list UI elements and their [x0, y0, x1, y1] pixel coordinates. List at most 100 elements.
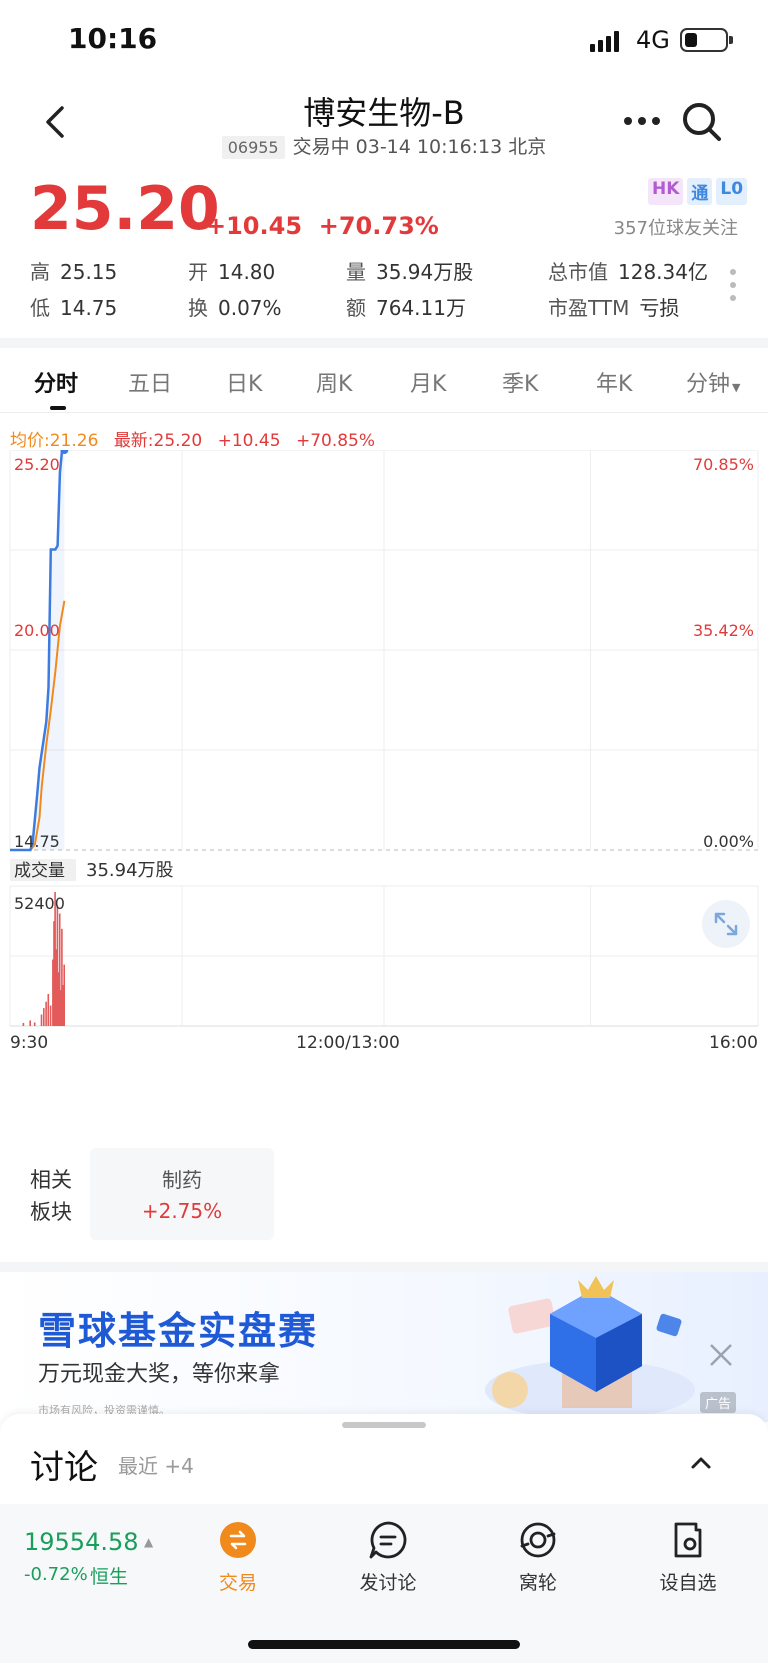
nav-trade-label: 交易 [218, 1572, 257, 1594]
tab-quarterly-k[interactable]: 季K [502, 366, 538, 398]
volume-bar [40, 1014, 43, 1026]
tab-daily-k[interactable]: 日K [226, 366, 262, 398]
intraday-chart[interactable]: 25.20 20.00 14.75 70.85% 35.42% 0.00% 成交… [0, 450, 768, 1110]
tab-intraday[interactable]: 分时 [34, 366, 78, 398]
index-arrow-icon: ▲ [144, 1535, 154, 1549]
diamond-trophy-icon [485, 1276, 695, 1420]
signal-icon [590, 31, 619, 52]
connect-badge: 通 [687, 178, 713, 205]
home-indicator [248, 1640, 520, 1649]
battery-icon [680, 28, 733, 52]
volume-bar [29, 1020, 31, 1026]
tabs-divider [0, 412, 768, 413]
ad-title: 雪球基金实盘赛 [38, 1309, 319, 1353]
stat-pe: 市盈TTM 亏损 [548, 296, 680, 320]
section-divider-2 [0, 1262, 768, 1272]
volume-total: 35.94万股 [86, 860, 174, 881]
nav-add-watchlist-label: 设自选 [659, 1572, 717, 1594]
index-name: 恒生 [90, 1566, 129, 1588]
sector-card[interactable]: 制药 +2.75% [90, 1148, 274, 1240]
close-icon[interactable] [704, 1338, 738, 1372]
sector-change: +2.75% [141, 1199, 223, 1223]
discussion-title: 讨论 [30, 1448, 98, 1488]
current-price: 25.20 [30, 174, 220, 244]
x-tick-lunch: 12:00/13:00 [296, 1033, 400, 1053]
level-badge: L0 [716, 178, 748, 205]
ad-banner[interactable]: 雪球基金实盘赛 万元现金大奖，等你来拿 市场有风险，投资需谨慎。 广告 [0, 1272, 768, 1422]
y-right-tick-mid: 35.42% [693, 621, 754, 640]
ad-subtitle: 万元现金大奖，等你来拿 [38, 1362, 281, 1387]
volume-bar [47, 994, 50, 1026]
change-percent: +70.73% [318, 212, 439, 240]
change-amount: +10.45 [206, 212, 303, 240]
latest-change-pct: +70.85% [295, 431, 376, 451]
latest-price: 最新:25.20 [113, 431, 203, 451]
volume-label: 成交量 [14, 861, 65, 881]
sector-name: 制药 [162, 1168, 202, 1192]
price-change: +10.45 +70.73% [206, 212, 439, 240]
active-tab-indicator [50, 406, 66, 410]
nav-post-discussion[interactable]: 发讨论 [338, 1520, 438, 1595]
add-watchlist-icon [674, 1522, 702, 1558]
x-tick-close: 16:00 [709, 1033, 758, 1053]
post-discussion-icon [369, 1521, 407, 1559]
volume-bar [45, 1001, 47, 1026]
volume-bar [43, 1008, 45, 1026]
nav-warrant[interactable]: 窝轮 [488, 1520, 588, 1595]
avg-price: 均价:21.26 [10, 431, 99, 451]
stock-subline: 06955 交易中 03-14 10:16:13 北京 [0, 132, 768, 159]
dropdown-icon: ▼ [732, 381, 741, 394]
status-time: 10:16 [68, 22, 158, 55]
warrant-icon [520, 1522, 556, 1558]
nav-trade[interactable]: 交易 [188, 1520, 288, 1595]
stat-volume: 量 35.94万股 [346, 260, 474, 284]
sheet-handle[interactable] [342, 1422, 426, 1428]
nav-post-label: 发讨论 [359, 1572, 417, 1594]
hk-badge: HK [648, 178, 684, 205]
index-change: -0.72% [24, 1564, 88, 1585]
volume-bar [33, 1022, 36, 1026]
related-sector-label: 相关板块 [30, 1168, 72, 1224]
expand-icon[interactable] [702, 900, 750, 948]
stock-code: 06955 [221, 136, 285, 159]
nav-warrant-label: 窝轮 [518, 1572, 557, 1594]
stat-open: 开 14.80 [188, 260, 276, 284]
y-right-tick-high: 70.85% [693, 455, 754, 474]
volume-max-tick: 52400 [14, 894, 65, 913]
search-icon[interactable] [680, 100, 724, 144]
stat-low: 低 14.75 [30, 296, 118, 320]
chart-info-line: 均价:21.26 最新:25.20 +10.45 +70.85% [10, 426, 375, 451]
followers-count[interactable]: 357位球友关注 [540, 214, 738, 240]
latest-change: +10.45 [217, 431, 281, 451]
trading-status: 交易中 03-14 10:16:13 北京 [292, 136, 547, 158]
volume-bar [63, 964, 65, 1026]
network-type: 4G [636, 26, 670, 54]
stat-turnover: 换 0.07% [188, 296, 282, 320]
volume-bar [22, 1022, 25, 1026]
tab-minute[interactable]: 分钟 ▼ [686, 366, 740, 398]
tab-weekly-k[interactable]: 周K [316, 366, 352, 398]
nav-add-watchlist[interactable]: 设自选 [638, 1520, 738, 1595]
ad-tag: 广告 [700, 1392, 737, 1413]
more-stats-icon[interactable] [728, 268, 738, 302]
trade-icon [220, 1522, 256, 1558]
y-right-tick-low: 0.00% [703, 832, 754, 851]
tab-monthly-k[interactable]: 月K [410, 366, 446, 398]
status-bar: 10:16 4G [0, 0, 768, 80]
stat-market-cap: 总市值 128.34亿 [548, 260, 708, 284]
index-value[interactable]: 19554.58 [24, 1528, 139, 1556]
y-tick-mid: 20.00 [14, 621, 60, 640]
section-divider [0, 338, 768, 348]
chart-grid [9, 450, 759, 1027]
y-tick-high: 25.20 [14, 455, 60, 474]
tab-yearly-k[interactable]: 年K [596, 366, 632, 398]
more-icon[interactable] [620, 106, 664, 136]
chevron-up-icon[interactable] [688, 1450, 714, 1476]
tab-five-day[interactable]: 五日 [128, 366, 172, 398]
x-tick-open: 9:30 [10, 1033, 48, 1053]
discussion-recent: 最近 +4 [118, 1454, 194, 1478]
market-badges: HK 通 L0 [648, 178, 748, 205]
stat-amount: 额 764.11万 [346, 296, 466, 320]
y-tick-low: 14.75 [14, 832, 60, 851]
stat-high: 高 25.15 [30, 260, 118, 284]
